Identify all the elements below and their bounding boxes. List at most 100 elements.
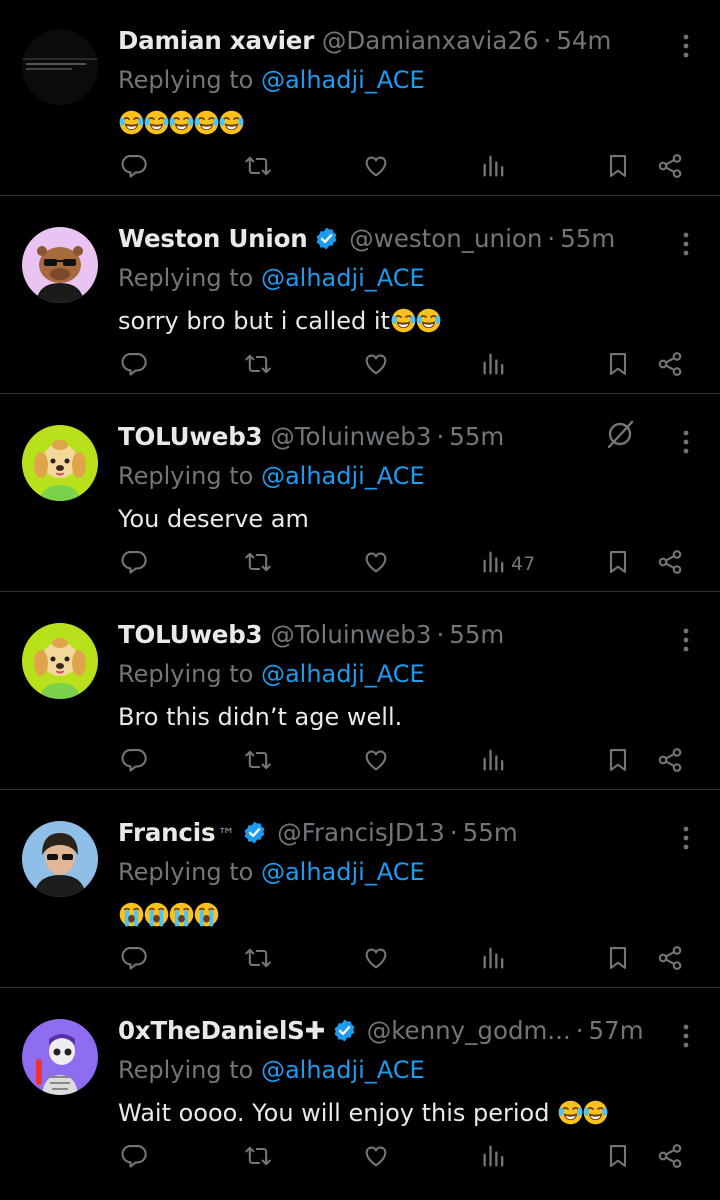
replying-to: Replying to @alhadji_ACE bbox=[118, 62, 425, 98]
display-name[interactable]: TOLUweb3 bbox=[118, 620, 263, 649]
views-button[interactable] bbox=[480, 1138, 508, 1178]
avatar[interactable] bbox=[22, 1019, 98, 1095]
tweet[interactable]: TOLUweb3 @Toluinweb3 · 55m Replying to @alh… bbox=[0, 396, 720, 592]
views-button[interactable] bbox=[480, 148, 508, 188]
tweet-text-content: You deserve am bbox=[118, 505, 309, 533]
separator-dot: · bbox=[449, 818, 458, 847]
timestamp[interactable]: 55m bbox=[560, 224, 615, 253]
share-button[interactable] bbox=[656, 742, 684, 782]
tweet-text bbox=[118, 896, 219, 934]
user-handle[interactable]: @Toluinweb3 bbox=[270, 422, 431, 451]
avatar[interactable] bbox=[22, 425, 98, 501]
user-handle[interactable]: @Damianxavia26 bbox=[322, 26, 539, 55]
more-icon[interactable] bbox=[682, 231, 690, 257]
separator-dot: · bbox=[575, 1016, 584, 1045]
laughing-emoji-icon bbox=[582, 1099, 609, 1126]
display-name[interactable]: Francis bbox=[118, 818, 216, 847]
display-name[interactable]: TOLUweb3 bbox=[118, 422, 263, 451]
tweet[interactable]: Weston Union @weston_union · 55m Replying t… bbox=[0, 198, 720, 394]
display-name[interactable]: Weston Union bbox=[118, 224, 308, 253]
more-icon[interactable] bbox=[682, 429, 690, 455]
avatar[interactable] bbox=[22, 623, 98, 699]
timestamp[interactable]: 55m bbox=[449, 620, 504, 649]
bookmark-button[interactable] bbox=[604, 940, 632, 980]
like-button[interactable] bbox=[362, 346, 390, 386]
like-icon bbox=[362, 350, 390, 382]
like-button[interactable] bbox=[362, 1138, 390, 1178]
retweet-button[interactable] bbox=[244, 940, 272, 980]
bookmark-button[interactable] bbox=[604, 742, 632, 782]
reply-button[interactable] bbox=[120, 742, 148, 782]
action-bar bbox=[0, 742, 720, 782]
tweet-text-content: sorry bro but i called it bbox=[118, 307, 390, 335]
retweet-button[interactable] bbox=[244, 544, 272, 584]
more-icon[interactable] bbox=[682, 33, 690, 59]
bookmark-icon bbox=[604, 944, 632, 976]
avatar[interactable] bbox=[22, 29, 98, 105]
share-button[interactable] bbox=[656, 346, 684, 386]
timestamp[interactable]: 54m bbox=[556, 26, 611, 55]
reply-icon bbox=[120, 1142, 148, 1174]
like-button[interactable] bbox=[362, 940, 390, 980]
retweet-button[interactable] bbox=[244, 346, 272, 386]
retweet-button[interactable] bbox=[244, 148, 272, 188]
tweet[interactable]: Francis ™ @FrancisJD13 · 55m Replying to @al… bbox=[0, 792, 720, 988]
like-button[interactable] bbox=[362, 544, 390, 584]
bookmark-button[interactable] bbox=[604, 1138, 632, 1178]
user-handle[interactable]: @FrancisJD13 bbox=[277, 818, 445, 847]
views-button[interactable] bbox=[480, 940, 508, 980]
display-name[interactable]: 0xTheDanielS✚ bbox=[118, 1016, 325, 1045]
reply-button[interactable] bbox=[120, 544, 148, 584]
views-button[interactable] bbox=[480, 346, 508, 386]
like-button[interactable] bbox=[362, 742, 390, 782]
tweet[interactable]: Damian xavier @Damianxavia26 · 54m Replying… bbox=[0, 0, 720, 196]
mention-link[interactable]: @alhadji_ACE bbox=[261, 462, 425, 490]
user-handle[interactable]: @weston_union bbox=[349, 224, 542, 253]
reply-icon bbox=[120, 152, 148, 184]
replying-to: Replying to @alhadji_ACE bbox=[118, 854, 425, 890]
retweet-icon bbox=[244, 1142, 272, 1174]
share-button[interactable] bbox=[656, 1138, 684, 1178]
mention-link[interactable]: @alhadji_ACE bbox=[261, 660, 425, 688]
like-button[interactable] bbox=[362, 148, 390, 188]
mention-link[interactable]: @alhadji_ACE bbox=[261, 1056, 425, 1084]
retweet-icon bbox=[244, 350, 272, 382]
retweet-button[interactable] bbox=[244, 742, 272, 782]
bookmark-button[interactable] bbox=[604, 346, 632, 386]
bookmark-button[interactable] bbox=[604, 148, 632, 188]
share-button[interactable] bbox=[656, 940, 684, 980]
reply-button[interactable] bbox=[120, 940, 148, 980]
grok-icon[interactable] bbox=[604, 418, 636, 450]
reply-button[interactable] bbox=[120, 346, 148, 386]
share-button[interactable] bbox=[656, 544, 684, 584]
mention-link[interactable]: @alhadji_ACE bbox=[261, 858, 425, 886]
user-handle[interactable]: @kenny_godm... bbox=[367, 1016, 571, 1045]
user-handle[interactable]: @Toluinweb3 bbox=[270, 620, 431, 649]
bookmark-button[interactable] bbox=[604, 544, 632, 584]
like-icon bbox=[362, 1142, 390, 1174]
retweet-icon bbox=[244, 152, 272, 184]
retweet-icon bbox=[244, 746, 272, 778]
retweet-button[interactable] bbox=[244, 1138, 272, 1178]
timestamp[interactable]: 57m bbox=[589, 1016, 644, 1045]
tweet[interactable]: TOLUweb3 @Toluinweb3 · 55m Replying to @alh… bbox=[0, 594, 720, 790]
trademark-suffix: ™ bbox=[217, 825, 236, 846]
avatar[interactable] bbox=[22, 227, 98, 303]
bookmark-icon bbox=[604, 1142, 632, 1174]
mention-link[interactable]: @alhadji_ACE bbox=[261, 66, 425, 94]
mention-link[interactable]: @alhadji_ACE bbox=[261, 264, 425, 292]
more-icon[interactable] bbox=[682, 825, 690, 851]
action-bar bbox=[0, 1138, 720, 1178]
tweet[interactable]: 0xTheDanielS✚ @kenny_godm... · 57m Replying… bbox=[0, 990, 720, 1186]
avatar[interactable] bbox=[22, 821, 98, 897]
timestamp[interactable]: 55m bbox=[449, 422, 504, 451]
views-button[interactable] bbox=[480, 742, 508, 782]
more-icon[interactable] bbox=[682, 627, 690, 653]
reply-button[interactable] bbox=[120, 1138, 148, 1178]
timestamp[interactable]: 55m bbox=[463, 818, 518, 847]
more-icon[interactable] bbox=[682, 1023, 690, 1049]
reply-button[interactable] bbox=[120, 148, 148, 188]
views-button[interactable]: 47 bbox=[480, 544, 535, 584]
share-button[interactable] bbox=[656, 148, 684, 188]
display-name[interactable]: Damian xavier bbox=[118, 26, 314, 55]
